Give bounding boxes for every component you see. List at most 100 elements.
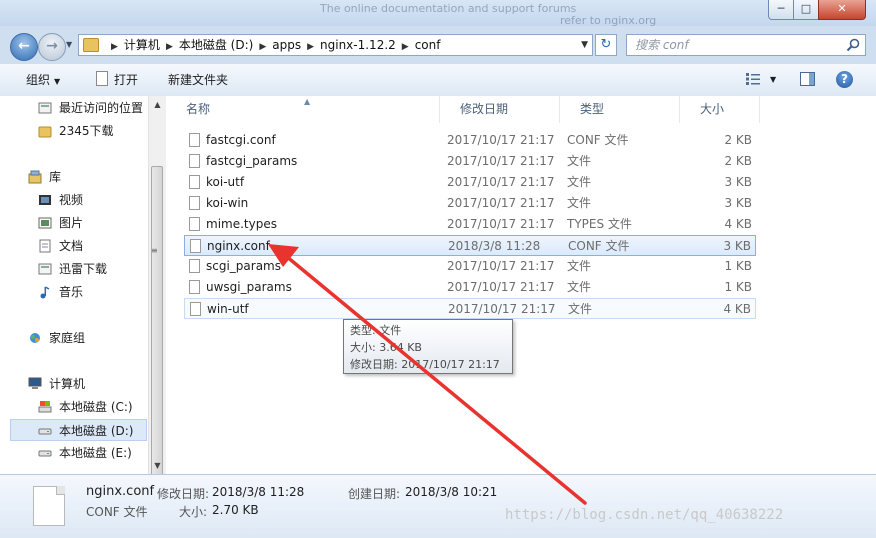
file-type: 文件 (567, 196, 592, 210)
file-name: uwsgi_params (206, 280, 292, 294)
sidebar-item-drive-c[interactable]: 本地磁盘 (C:) (0, 396, 147, 418)
file-type: 文件 (567, 175, 592, 189)
chevron-right-icon[interactable]: ▶ (259, 42, 266, 52)
column-header-label: 名称 (186, 102, 211, 116)
close-button[interactable]: ✕ (818, 0, 866, 20)
refresh-button[interactable]: ↻ (595, 34, 617, 56)
minimize-button[interactable]: ─ (768, 0, 794, 20)
file-date: 2017/10/17 21:17 (448, 302, 556, 316)
forward-button[interactable]: → (38, 33, 66, 61)
sidebar-item-music[interactable]: 音乐 (0, 281, 147, 303)
scrollbar-thumb[interactable] (151, 166, 163, 478)
download-icon (38, 263, 52, 275)
file-large-icon (33, 486, 65, 526)
file-type: CONF 文件 (567, 133, 629, 147)
file-size: 3 KB (724, 196, 752, 210)
sidebar-item-pictures[interactable]: 图片 (0, 212, 147, 234)
file-type: 文件 (567, 259, 592, 273)
help-icon[interactable]: ? (836, 71, 853, 88)
breadcrumb-computer[interactable]: 计算机 (124, 38, 160, 52)
details-file-name: nginx.conf (86, 484, 155, 499)
file-type: 文件 (567, 154, 592, 168)
address-dropdown-icon[interactable]: ▼ (581, 35, 588, 55)
folder-icon (38, 126, 52, 138)
file-date: 2017/10/17 21:17 (447, 280, 555, 294)
file-size: 2 KB (724, 154, 752, 168)
file-row[interactable]: scgi_params 2017/10/17 21:17 文件 1 KB (184, 256, 756, 277)
title-bar: The online documentation and support for… (0, 0, 876, 27)
open-button[interactable]: 打开 (96, 64, 138, 96)
sidebar-item-documents[interactable]: 文档 (0, 235, 147, 257)
sidebar-item-videos[interactable]: 视频 (0, 189, 147, 211)
file-name: fastcgi_params (206, 154, 298, 168)
search-icon[interactable] (845, 37, 861, 53)
file-date: 2017/10/17 21:17 (447, 133, 555, 147)
column-header-type[interactable]: 类型 (560, 96, 680, 123)
file-type: 文件 (567, 280, 592, 294)
sidebar-item-label: 计算机 (49, 377, 86, 391)
breadcrumb-apps[interactable]: apps (272, 38, 301, 52)
breadcrumb-nginx[interactable]: nginx-1.12.2 (320, 38, 396, 52)
details-size-label: 大小: (179, 505, 208, 519)
chevron-right-icon[interactable]: ▶ (166, 42, 173, 52)
file-list: ▲ 名称 修改日期 类型 大小 fastcgi.conf 2017/10/17 2… (166, 96, 876, 474)
change-view-icon[interactable] (746, 73, 760, 85)
file-name: scgi_params (206, 259, 281, 273)
address-bar[interactable]: ▶ 计算机 ▶ 本地磁盘 (D:) ▶ apps ▶ nginx-1.12.2 ▶ conf ▼ (78, 34, 593, 56)
file-name: koi-utf (206, 175, 245, 189)
sidebar-item-libraries[interactable]: 库 (0, 166, 147, 188)
breadcrumb-conf[interactable]: conf (415, 38, 441, 52)
sidebar-item-computer[interactable]: 计算机 (0, 373, 147, 395)
column-header-size[interactable]: 大小 (680, 96, 760, 123)
back-button[interactable]: ← (10, 33, 38, 61)
chevron-right-icon[interactable]: ▶ (402, 42, 409, 52)
navigation-pane-scrollbar[interactable]: ▲ ≡ ▼ (148, 96, 166, 478)
file-row[interactable]: koi-utf 2017/10/17 21:17 文件 3 KB (184, 172, 756, 193)
open-label: 打开 (114, 73, 139, 87)
sidebar-item-2345-downloads[interactable]: 2345下载 (0, 120, 147, 142)
sidebar-item-homegroup[interactable]: 家庭组 (0, 327, 147, 349)
view-options-dropdown-icon[interactable]: ▼ (770, 64, 776, 96)
chevron-right-icon[interactable]: ▶ (307, 42, 314, 52)
chevron-right-icon[interactable]: ▶ (111, 42, 118, 52)
sidebar-item-xunlei-downloads[interactable]: 迅雷下载 (0, 258, 147, 280)
scroll-up-icon[interactable]: ▲ (149, 96, 166, 113)
picture-icon (38, 217, 52, 229)
file-row[interactable]: koi-win 2017/10/17 21:17 文件 3 KB (184, 193, 756, 214)
sidebar-item-label: 迅雷下载 (59, 262, 108, 276)
navigation-pane: 最近访问的位置 2345下载 库 视频 图片 文档 迅雷下载 音乐 家庭组 计算… (0, 96, 165, 474)
sidebar-item-recent-places[interactable]: 最近访问的位置 (0, 97, 147, 119)
breadcrumb-drive-d[interactable]: 本地磁盘 (D:) (179, 38, 253, 52)
search-input[interactable]: 搜索 conf (626, 34, 866, 56)
file-row[interactable]: fastcgi.conf 2017/10/17 21:17 CONF 文件 2 KB (184, 130, 756, 151)
file-row-selected[interactable]: nginx.conf 2018/3/8 11:28 CONF 文件 3 KB (184, 235, 756, 256)
navigation-bar: ← → ▼ ▶ 计算机 ▶ 本地磁盘 (D:) ▶ apps ▶ nginx-1.12.2 ▶ c… (0, 28, 876, 64)
file-name: mime.types (206, 217, 277, 231)
sidebar-item-label: 本地磁盘 (E:) (59, 446, 132, 460)
sidebar-item-drive-e[interactable]: 本地磁盘 (E:) (0, 442, 147, 464)
sidebar-item-label: 本地磁盘 (D:) (59, 424, 134, 438)
details-created-label: 创建日期: (348, 487, 401, 501)
scroll-down-icon[interactable]: ▼ (149, 457, 166, 474)
file-row[interactable]: fastcgi_params 2017/10/17 21:17 文件 2 KB (184, 151, 756, 172)
organize-button[interactable]: 组织 ▼ (26, 64, 60, 96)
new-folder-button[interactable]: 新建文件夹 (168, 64, 228, 96)
file-size: 3 KB (723, 239, 751, 253)
drive-icon (38, 450, 52, 457)
details-pane: nginx.conf 修改日期: 2018/3/8 11:28 创建日期: 20… (0, 474, 876, 538)
file-row[interactable]: mime.types 2017/10/17 21:17 TYPES 文件 4 KB (184, 214, 756, 235)
recent-pages-dropdown[interactable]: ▼ (66, 40, 72, 49)
column-header-date-modified[interactable]: 修改日期 (440, 96, 560, 123)
file-date: 2017/10/17 21:17 (447, 217, 555, 231)
computer-icon (28, 377, 42, 389)
file-icon (189, 175, 200, 189)
file-name: nginx.conf (207, 239, 270, 253)
video-icon (39, 195, 51, 205)
sidebar-item-drive-d[interactable]: 本地磁盘 (D:) (10, 419, 147, 441)
maximize-button[interactable]: □ (793, 0, 819, 20)
column-header-name[interactable]: ▲ 名称 (166, 96, 440, 123)
tooltip-size: 大小: 3.64 KB (350, 341, 422, 354)
preview-pane-icon[interactable] (800, 72, 815, 86)
file-row[interactable]: uwsgi_params 2017/10/17 21:17 文件 1 KB (184, 277, 756, 298)
file-row-hover[interactable]: win-utf 2017/10/17 21:17 文件 4 KB (184, 298, 756, 319)
